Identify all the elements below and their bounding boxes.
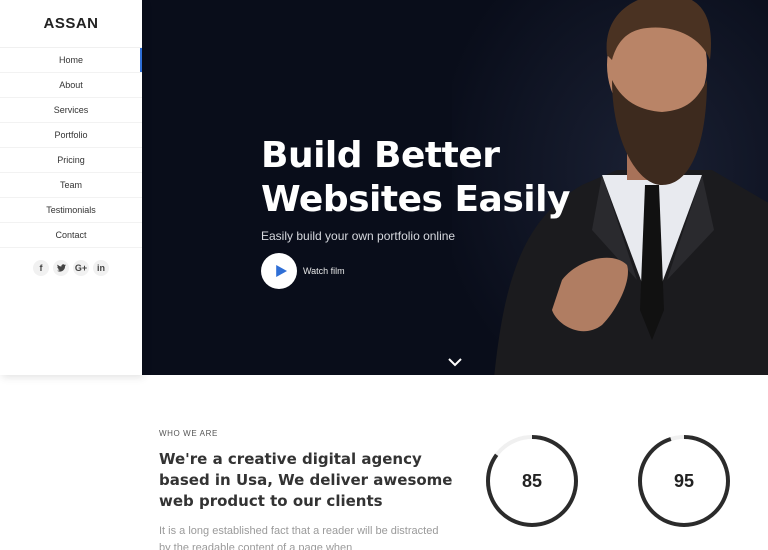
chevron-down-icon[interactable] bbox=[448, 357, 462, 367]
sidebar-item-services[interactable]: Services bbox=[0, 98, 142, 123]
section-kicker: WHO WE ARE bbox=[159, 429, 218, 438]
hero-section: Build Better Websites Easily Easily buil… bbox=[142, 0, 768, 375]
play-icon bbox=[275, 265, 287, 277]
google-plus-icon[interactable]: G+ bbox=[73, 260, 89, 276]
social-links: f G+ in bbox=[0, 260, 142, 276]
about-body: It is a long established fact that a rea… bbox=[159, 525, 439, 550]
linkedin-icon[interactable]: in bbox=[93, 260, 109, 276]
play-button[interactable] bbox=[261, 253, 297, 289]
stat-circle-2: 95 bbox=[636, 433, 732, 529]
stat-value: 85 bbox=[521, 470, 543, 491]
brand-logo[interactable]: ASSAN bbox=[0, 0, 142, 47]
stat-value: 95 bbox=[673, 470, 695, 491]
about-title: We're a creative digital agency based in… bbox=[159, 450, 453, 510]
sidebar: ASSAN Home About Services Portfolio Pric… bbox=[0, 0, 142, 375]
stat-circle-1: 85 bbox=[484, 433, 580, 529]
hero-title-line2: Websites Easily bbox=[261, 179, 570, 220]
sidebar-item-home[interactable]: Home bbox=[0, 48, 142, 73]
sidebar-nav: Home About Services Portfolio Pricing Te… bbox=[0, 47, 142, 248]
hero-title-line1: Build Better bbox=[261, 135, 500, 176]
sidebar-item-contact[interactable]: Contact bbox=[0, 223, 142, 248]
sidebar-item-about[interactable]: About bbox=[0, 73, 142, 98]
watch-film-link[interactable]: Watch film bbox=[303, 266, 345, 276]
hero-title: Build Better Websites Easily bbox=[261, 134, 581, 222]
sidebar-item-testimonials[interactable]: Testimonials bbox=[0, 198, 142, 223]
sidebar-item-team[interactable]: Team bbox=[0, 173, 142, 198]
facebook-icon[interactable]: f bbox=[33, 260, 49, 276]
sidebar-item-portfolio[interactable]: Portfolio bbox=[0, 123, 142, 148]
hero-subtitle: Easily build your own portfolio online bbox=[261, 229, 456, 243]
twitter-icon[interactable] bbox=[53, 260, 69, 276]
sidebar-item-pricing[interactable]: Pricing bbox=[0, 148, 142, 173]
